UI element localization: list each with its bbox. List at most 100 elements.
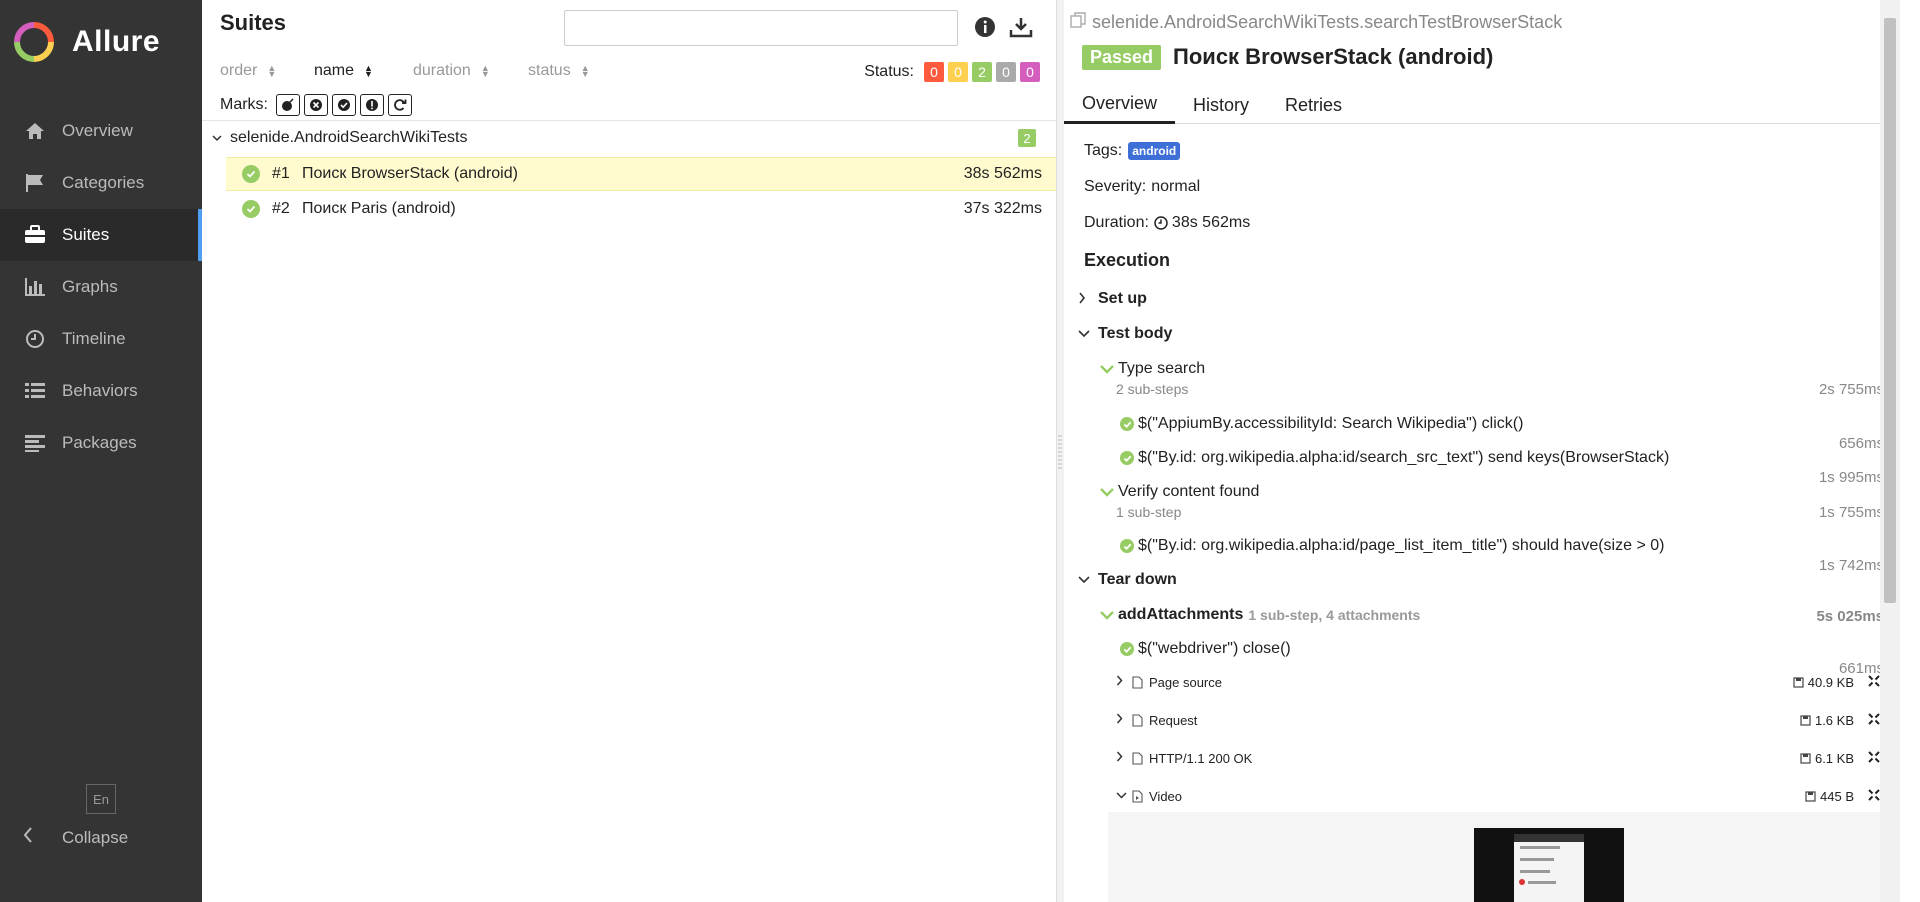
sidebar-item-timeline[interactable]: Timeline: [0, 313, 202, 365]
sidebar: Allure Overview Categories Suites Graphs: [0, 0, 202, 902]
chevron-down-icon: [1078, 573, 1092, 587]
sidebar-item-suites[interactable]: Suites: [0, 209, 202, 261]
step-add-attachments[interactable]: addAttachments 1 sub-step, 4 attachments: [1100, 606, 1420, 624]
sidebar-item-packages[interactable]: Packages: [0, 417, 202, 469]
attachment-video[interactable]: Video 445 B: [1116, 785, 1886, 807]
file-icon: [1132, 675, 1143, 689]
sort-duration[interactable]: duration ▲ ▼: [413, 62, 490, 80]
step-name: $("By.id: org.wikipedia.alpha:id/page_li…: [1138, 537, 1665, 554]
status-count-passed[interactable]: 2: [972, 62, 992, 82]
sidebar-item-graphs[interactable]: Graphs: [0, 261, 202, 313]
teardown-label: Tear down: [1098, 571, 1177, 588]
clock-icon: [22, 328, 48, 350]
step-click[interactable]: $("AppiumBy.accessibilityId: Search Wiki…: [1120, 415, 1523, 433]
new-passed-mark-icon[interactable]: [332, 94, 356, 116]
new-broken-mark-icon[interactable]: [360, 94, 384, 116]
video-preview-area: [1108, 812, 1900, 902]
step-name: $("webdriver") close(): [1138, 640, 1291, 657]
language-button[interactable]: En: [86, 784, 116, 814]
divider: [202, 120, 1056, 121]
sort-arrows-icon: ▲ ▼: [480, 63, 490, 79]
attachment-size-value: 1.6 KB: [1814, 712, 1854, 728]
sort-label: name: [314, 62, 355, 79]
step-webdriver-close[interactable]: $("webdriver") close(): [1120, 640, 1291, 658]
tab-overview[interactable]: Overview: [1064, 86, 1176, 124]
flaky-mark-icon[interactable]: [276, 94, 300, 116]
step-should-have[interactable]: $("By.id: org.wikipedia.alpha:id/page_li…: [1120, 537, 1664, 555]
brand[interactable]: Allure: [14, 22, 160, 62]
sidebar-item-label: Suites: [62, 225, 110, 244]
chevron-right-icon: [1078, 292, 1092, 307]
status-count-failed[interactable]: 0: [924, 62, 944, 82]
scrollbar-thumb[interactable]: [1884, 18, 1896, 603]
new-failed-mark-icon[interactable]: [304, 94, 328, 116]
test-duration: 38s 562ms: [963, 165, 1042, 182]
attachment-name: Video: [1149, 788, 1183, 804]
allure-logo-icon: [14, 22, 54, 62]
align-left-icon: [22, 432, 48, 454]
attachment-size-value: 6.1 KB: [1814, 750, 1854, 766]
status-count-skipped[interactable]: 0: [996, 62, 1016, 82]
testbody-section[interactable]: Test body: [1078, 325, 1172, 343]
setup-section[interactable]: Set up: [1078, 290, 1147, 308]
flag-icon: [22, 172, 48, 194]
step-name: Type search: [1118, 360, 1206, 377]
suite-group-count: 2: [1018, 129, 1036, 147]
sidebar-item-categories[interactable]: Categories: [0, 157, 202, 209]
video-player[interactable]: [1474, 828, 1624, 902]
sidebar-item-label: Categories: [62, 173, 145, 192]
step-substeps: 2 sub-steps: [1116, 381, 1189, 397]
suite-group[interactable]: selenide.AndroidSearchWikiTests 2: [212, 125, 1046, 151]
expand-icon[interactable]: [1868, 750, 1880, 766]
splitter-grip-icon[interactable]: [1058, 435, 1062, 469]
expand-icon[interactable]: [1868, 712, 1880, 728]
sort-status[interactable]: status ▲ ▼: [528, 62, 590, 80]
retries-mark-icon[interactable]: [388, 94, 412, 116]
sort-arrows-icon: ▲ ▼: [364, 63, 373, 79]
file-icon: [1132, 713, 1143, 727]
suite-group-name: selenide.AndroidSearchWikiTests: [230, 129, 468, 146]
home-icon: [22, 120, 48, 142]
step-type-search[interactable]: Type search: [1100, 360, 1205, 378]
chevron-left-icon: [22, 826, 48, 849]
sidebar-item-label: Overview: [62, 121, 133, 140]
expand-icon[interactable]: [1868, 788, 1880, 804]
sort-label: duration: [413, 62, 471, 79]
info-icon[interactable]: [972, 14, 998, 40]
sort-arrows-icon: ▲ ▼: [267, 63, 277, 79]
briefcase-icon: [22, 224, 48, 246]
sidebar-item-label: Timeline: [62, 329, 126, 348]
step-duration: 1s 742ms: [1818, 557, 1884, 574]
test-row[interactable]: #2 Поиск Paris (android) 37s 322ms: [226, 192, 1058, 226]
attachment-page-source[interactable]: Page source 40.9 KB: [1116, 671, 1886, 693]
sidebar-item-label: Graphs: [62, 277, 118, 296]
search-input[interactable]: [564, 10, 958, 46]
sidebar-item-overview[interactable]: Overview: [0, 105, 202, 157]
download-icon[interactable]: [1008, 14, 1034, 40]
sort-name[interactable]: name ▲ ▼: [314, 62, 373, 80]
test-row[interactable]: #1 Поиск BrowserStack (android) 38s 562m…: [226, 157, 1058, 191]
duration-label: Duration:: [1084, 214, 1149, 231]
save-icon: [1800, 752, 1811, 764]
step-verify-content[interactable]: Verify content found: [1100, 483, 1259, 501]
attachment-http-response[interactable]: HTTP/1.1 200 OK 6.1 KB: [1116, 747, 1886, 769]
expand-icon[interactable]: [1868, 674, 1880, 690]
suites-pane: Suites order ▲ ▼ name ▲ ▼ duration ▲ ▼ stat…: [202, 0, 1058, 902]
attachment-name: Request: [1149, 712, 1198, 728]
passed-status-icon: [1120, 642, 1134, 656]
attachment-request[interactable]: Request 1.6 KB: [1116, 709, 1886, 731]
step-send-keys[interactable]: $("By.id: org.wikipedia.alpha:id/search_…: [1120, 449, 1669, 467]
collapse-button[interactable]: Collapse: [22, 826, 128, 849]
status-count-unknown[interactable]: 0: [1020, 62, 1040, 82]
tab-retries[interactable]: Retries: [1267, 86, 1360, 124]
sort-order[interactable]: order ▲ ▼: [220, 62, 276, 80]
copy-icon[interactable]: [1070, 12, 1086, 33]
sidebar-item-behaviors[interactable]: Behaviors: [0, 365, 202, 417]
status-count-broken[interactable]: 0: [948, 62, 968, 82]
status-filter: Status: 0 0 2 0 0: [864, 62, 1040, 82]
sort-label: order: [220, 62, 258, 79]
scrollbar[interactable]: [1880, 0, 1900, 902]
teardown-section[interactable]: Tear down: [1078, 571, 1177, 589]
tab-history[interactable]: History: [1175, 86, 1267, 124]
chevron-down-icon: [212, 129, 226, 147]
